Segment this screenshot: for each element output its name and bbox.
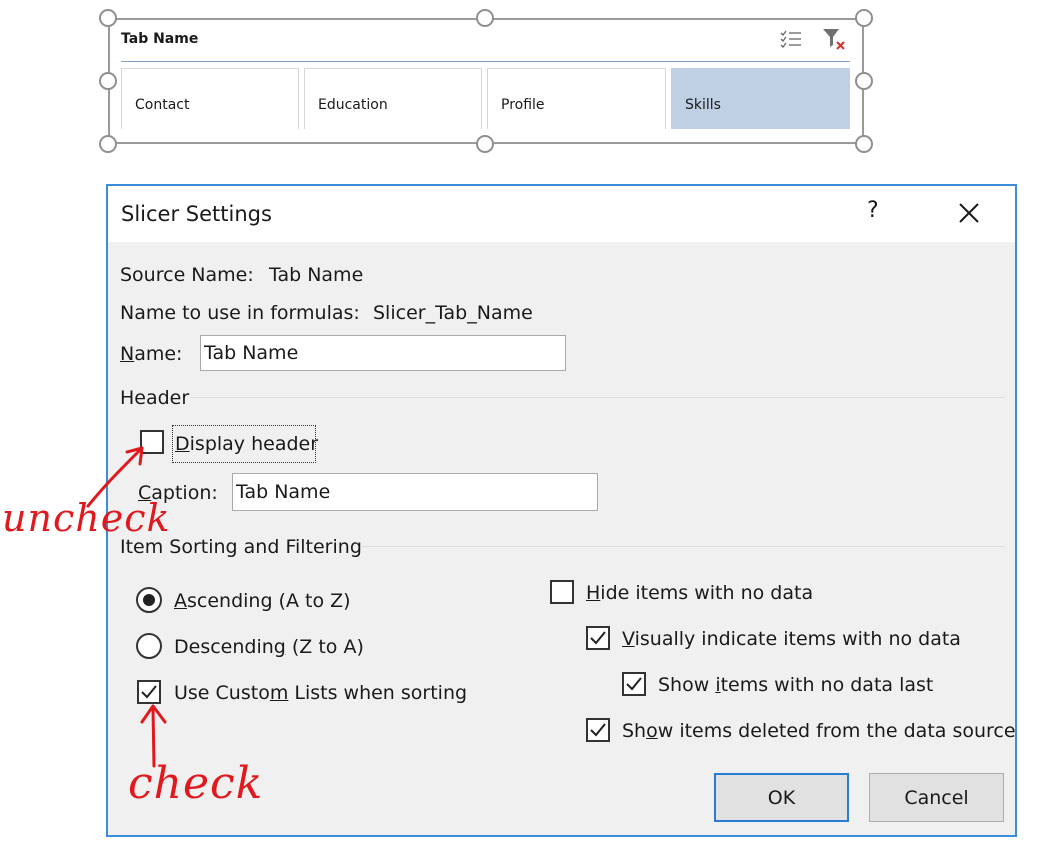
slicer-item-contact[interactable]: Contact [121,68,299,129]
show-items-last-label[interactable]: Show items with no data last [658,674,933,696]
slicer-header: Tab Name [121,31,199,47]
checkmark-icon [626,677,642,691]
checkmark-icon [590,631,606,645]
slicer-item-profile[interactable]: Profile [487,68,666,129]
source-name-value: Tab Name [269,264,364,286]
hide-items-checkbox[interactable] [550,580,574,604]
display-header-label[interactable]: Display header [175,433,318,455]
ascending-label[interactable]: Ascending (A to Z) [174,590,351,612]
descending-label[interactable]: Descending (Z to A) [174,636,364,658]
resize-handle-bottom-left[interactable] [99,135,117,153]
checkmark-icon [590,723,606,737]
dialog-title: Slicer Settings [121,202,272,226]
dialog-titlebar: Slicer Settings ? [108,186,1015,242]
close-icon[interactable] [956,200,982,226]
sorting-section-divider [362,546,1005,547]
multi-select-icon[interactable] [780,30,802,50]
formula-name-label: Name to use in formulas: [120,302,360,324]
header-section-label: Header [120,387,190,409]
resize-handle-top-center[interactable] [476,9,494,27]
resize-handle-top-right[interactable] [855,9,873,27]
header-section-divider [191,397,1005,398]
slicer-header-divider [121,61,850,62]
checkmark-icon [141,685,157,699]
display-header-checkbox[interactable] [140,430,164,454]
visually-indicate-checkbox[interactable] [586,626,610,650]
resize-handle-middle-left[interactable] [99,72,117,90]
clear-filter-icon[interactable] [822,28,848,52]
slicer-item-label: Education [318,97,388,113]
slicer-settings-dialog: Slicer Settings ? Source Name: Tab Name … [106,184,1017,837]
show-deleted-items-label[interactable]: Show items deleted from the data source [622,720,1016,742]
radio-dot [143,594,155,606]
resize-handle-top-left[interactable] [99,9,117,27]
slicer-item-skills[interactable]: Skills [671,68,850,129]
ascending-radio[interactable] [136,587,162,613]
descending-radio[interactable] [136,633,162,659]
name-input[interactable] [200,335,566,371]
slicer-item-label: Skills [685,97,721,113]
check-annotation: check [128,758,264,809]
formula-name-value: Slicer_Tab_Name [373,302,533,324]
name-label: Name: [120,343,183,365]
resize-handle-bottom-center[interactable] [476,135,494,153]
custom-lists-label[interactable]: Use Custom Lists when sorting [174,682,467,704]
custom-lists-checkbox[interactable] [137,680,161,704]
show-items-last-checkbox[interactable] [622,672,646,696]
uncheck-annotation: uncheck [2,496,171,540]
resize-handle-middle-right[interactable] [855,72,873,90]
source-name-label: Source Name: [120,264,254,286]
caption-input[interactable] [232,473,598,511]
visually-indicate-label[interactable]: Visually indicate items with no data [622,628,961,650]
slicer-item-education[interactable]: Education [304,68,482,129]
hide-items-label[interactable]: Hide items with no data [586,582,813,604]
cancel-button[interactable]: Cancel [869,773,1004,822]
help-button[interactable]: ? [867,198,879,223]
resize-handle-bottom-right[interactable] [855,135,873,153]
slicer-item-label: Contact [135,97,190,113]
ok-button[interactable]: OK [714,773,849,822]
show-deleted-items-checkbox[interactable] [586,718,610,742]
slicer-item-label: Profile [501,97,545,113]
